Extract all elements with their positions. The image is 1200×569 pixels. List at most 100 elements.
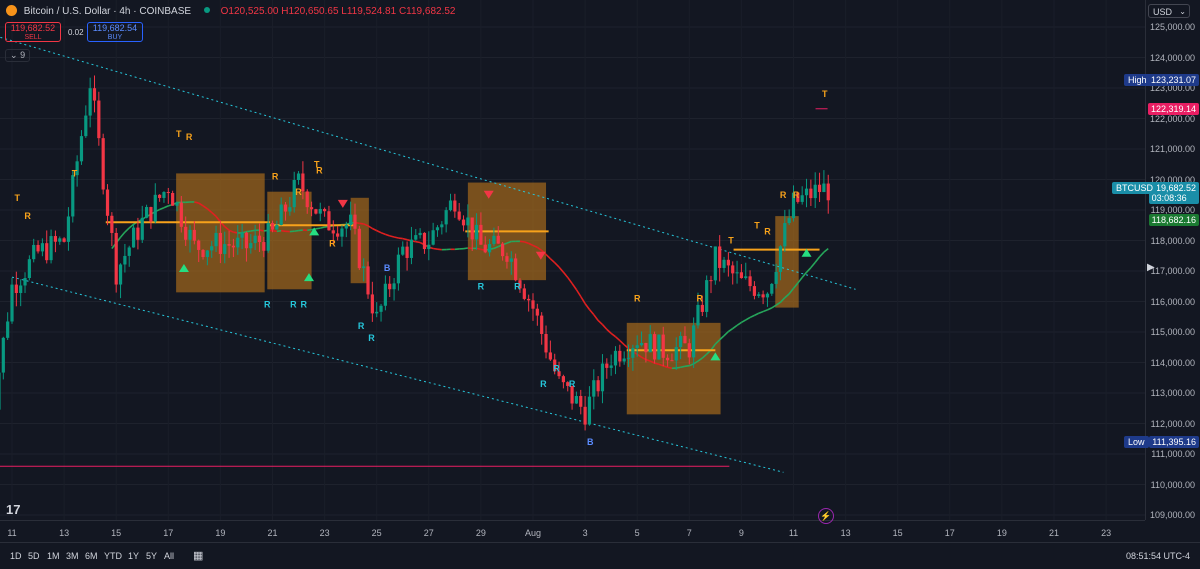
price-tick-label: 109,000.00 — [1150, 510, 1195, 520]
candle-body — [175, 203, 178, 206]
range-button-5y[interactable]: 5Y — [146, 551, 157, 561]
candle-body — [128, 247, 131, 255]
candle-body — [384, 284, 387, 306]
price-axis[interactable]: 125,000.00124,000.00123,000.00122,000.00… — [1145, 0, 1200, 520]
range-button-1d[interactable]: 1D — [10, 551, 22, 561]
candle-body — [0, 373, 1, 410]
candle-body — [605, 364, 608, 368]
candle-body — [488, 244, 491, 252]
candle-body — [827, 184, 830, 201]
bottom-toolbar: ▦ 08:51:54 UTC-4 1D 5D 1M 3M 6M YTD 1Y 5Y All — [0, 542, 1200, 569]
candle-body — [814, 185, 817, 198]
candle-body — [497, 236, 500, 244]
candle-body — [731, 265, 734, 273]
candle-body — [575, 396, 578, 404]
candle-body — [375, 312, 378, 314]
scroll-right-icon[interactable]: ▶ — [1147, 262, 1155, 273]
candle-body — [818, 185, 821, 192]
candle-body — [523, 288, 526, 299]
price-tick-label: 115,000.00 — [1151, 327, 1195, 337]
candle-body — [475, 225, 478, 240]
price-tick-label: 110,000.00 — [1151, 480, 1195, 490]
time-axis[interactable]: 11131517192123252729Aug35791113151719212… — [0, 520, 1145, 543]
candle-body — [440, 224, 443, 227]
moving-average-segment — [594, 315, 598, 321]
time-tick-label: 21 — [267, 528, 277, 538]
chart-area[interactable]: TRTTRRRTRRRRRRRBRRRRRBRRTTRRRT — [0, 0, 1145, 520]
alert-clock-icon[interactable]: ⚡ — [818, 508, 834, 524]
tradingview-logo[interactable]: 17 — [6, 502, 20, 517]
moving-average-segment — [615, 337, 619, 341]
signal-marker-label: R — [478, 281, 485, 291]
candle-body — [397, 255, 400, 284]
range-button-6m[interactable]: 6M — [85, 551, 98, 561]
candle-body — [54, 236, 57, 242]
signal-marker-label: T — [14, 193, 20, 203]
moving-average-segment — [750, 315, 754, 317]
candle-body — [505, 256, 508, 262]
moving-average-segment — [607, 329, 611, 333]
candle-body — [254, 236, 257, 243]
candle-body — [145, 207, 148, 218]
candle-body — [462, 220, 465, 226]
candle-body — [41, 243, 44, 251]
candle-body — [653, 334, 656, 359]
candle-body — [223, 244, 226, 254]
range-button-1m[interactable]: 1M — [47, 551, 60, 561]
signal-marker-label: T — [754, 220, 760, 230]
candle-body — [766, 294, 769, 298]
candle-body — [423, 233, 426, 249]
moving-average-segment — [121, 232, 125, 237]
moving-average-segment — [589, 310, 593, 315]
signal-marker-label: R — [290, 300, 297, 310]
currency-button[interactable]: USD ⌄ — [1148, 4, 1190, 18]
candle-body — [288, 207, 291, 211]
moving-average-segment — [259, 230, 263, 231]
buy-button[interactable]: 119,682.54 BUY — [87, 22, 143, 42]
range-button-1y[interactable]: 1Y — [128, 551, 139, 561]
signal-marker-label: R — [264, 300, 271, 310]
candle-body — [675, 347, 678, 360]
calendar-icon[interactable]: ▦ — [193, 549, 203, 562]
signal-marker-label: R — [24, 211, 31, 221]
range-button-ytd[interactable]: YTD — [104, 551, 122, 561]
candle-body — [414, 235, 417, 240]
moving-average-segment — [741, 320, 745, 322]
candle-body — [349, 215, 352, 225]
candle-body — [427, 245, 430, 249]
moving-average-segment — [273, 231, 277, 232]
time-tick-label: Aug — [525, 528, 541, 538]
moving-average-segment — [403, 239, 407, 240]
moving-average-segment — [728, 329, 732, 332]
moving-average-segment — [807, 268, 811, 273]
range-button-all[interactable]: All — [164, 551, 174, 561]
price-chart[interactable]: TRTTRRRTRRRRRRRBRRRRRBRRTTRRRT — [0, 0, 1145, 520]
candle-body — [214, 233, 217, 246]
indicators-toggle[interactable]: ⌄ 9 — [5, 49, 30, 62]
candle-body — [45, 243, 48, 260]
moving-average-segment — [416, 242, 420, 243]
candle-body — [236, 238, 239, 248]
candle-body — [332, 230, 335, 233]
moving-average-segment — [737, 322, 741, 325]
moving-average-segment — [754, 313, 758, 315]
candle-body — [536, 309, 539, 316]
candle-body — [549, 352, 552, 359]
moving-average-segment — [733, 325, 737, 328]
candle-body — [353, 215, 356, 229]
moving-average-segment — [681, 366, 685, 367]
candle-body — [709, 280, 712, 281]
clock[interactable]: 08:51:54 UTC-4 — [1126, 551, 1190, 561]
sell-button[interactable]: 119,682.52 SELL — [5, 22, 61, 42]
candle-body — [527, 299, 530, 300]
candle-body — [23, 278, 26, 285]
moving-average-segment — [385, 234, 389, 236]
range-button-5d[interactable]: 5D — [28, 551, 40, 561]
symbol-title[interactable]: Bitcoin / U.S. Dollar · 4h · COINBASE — [24, 6, 191, 17]
range-button-3m[interactable]: 3M — [66, 551, 79, 561]
moving-average-segment — [394, 237, 398, 238]
candle-body — [631, 348, 634, 358]
moving-average-segment — [320, 227, 324, 228]
candle-body — [188, 230, 191, 240]
candle-body — [735, 272, 738, 273]
